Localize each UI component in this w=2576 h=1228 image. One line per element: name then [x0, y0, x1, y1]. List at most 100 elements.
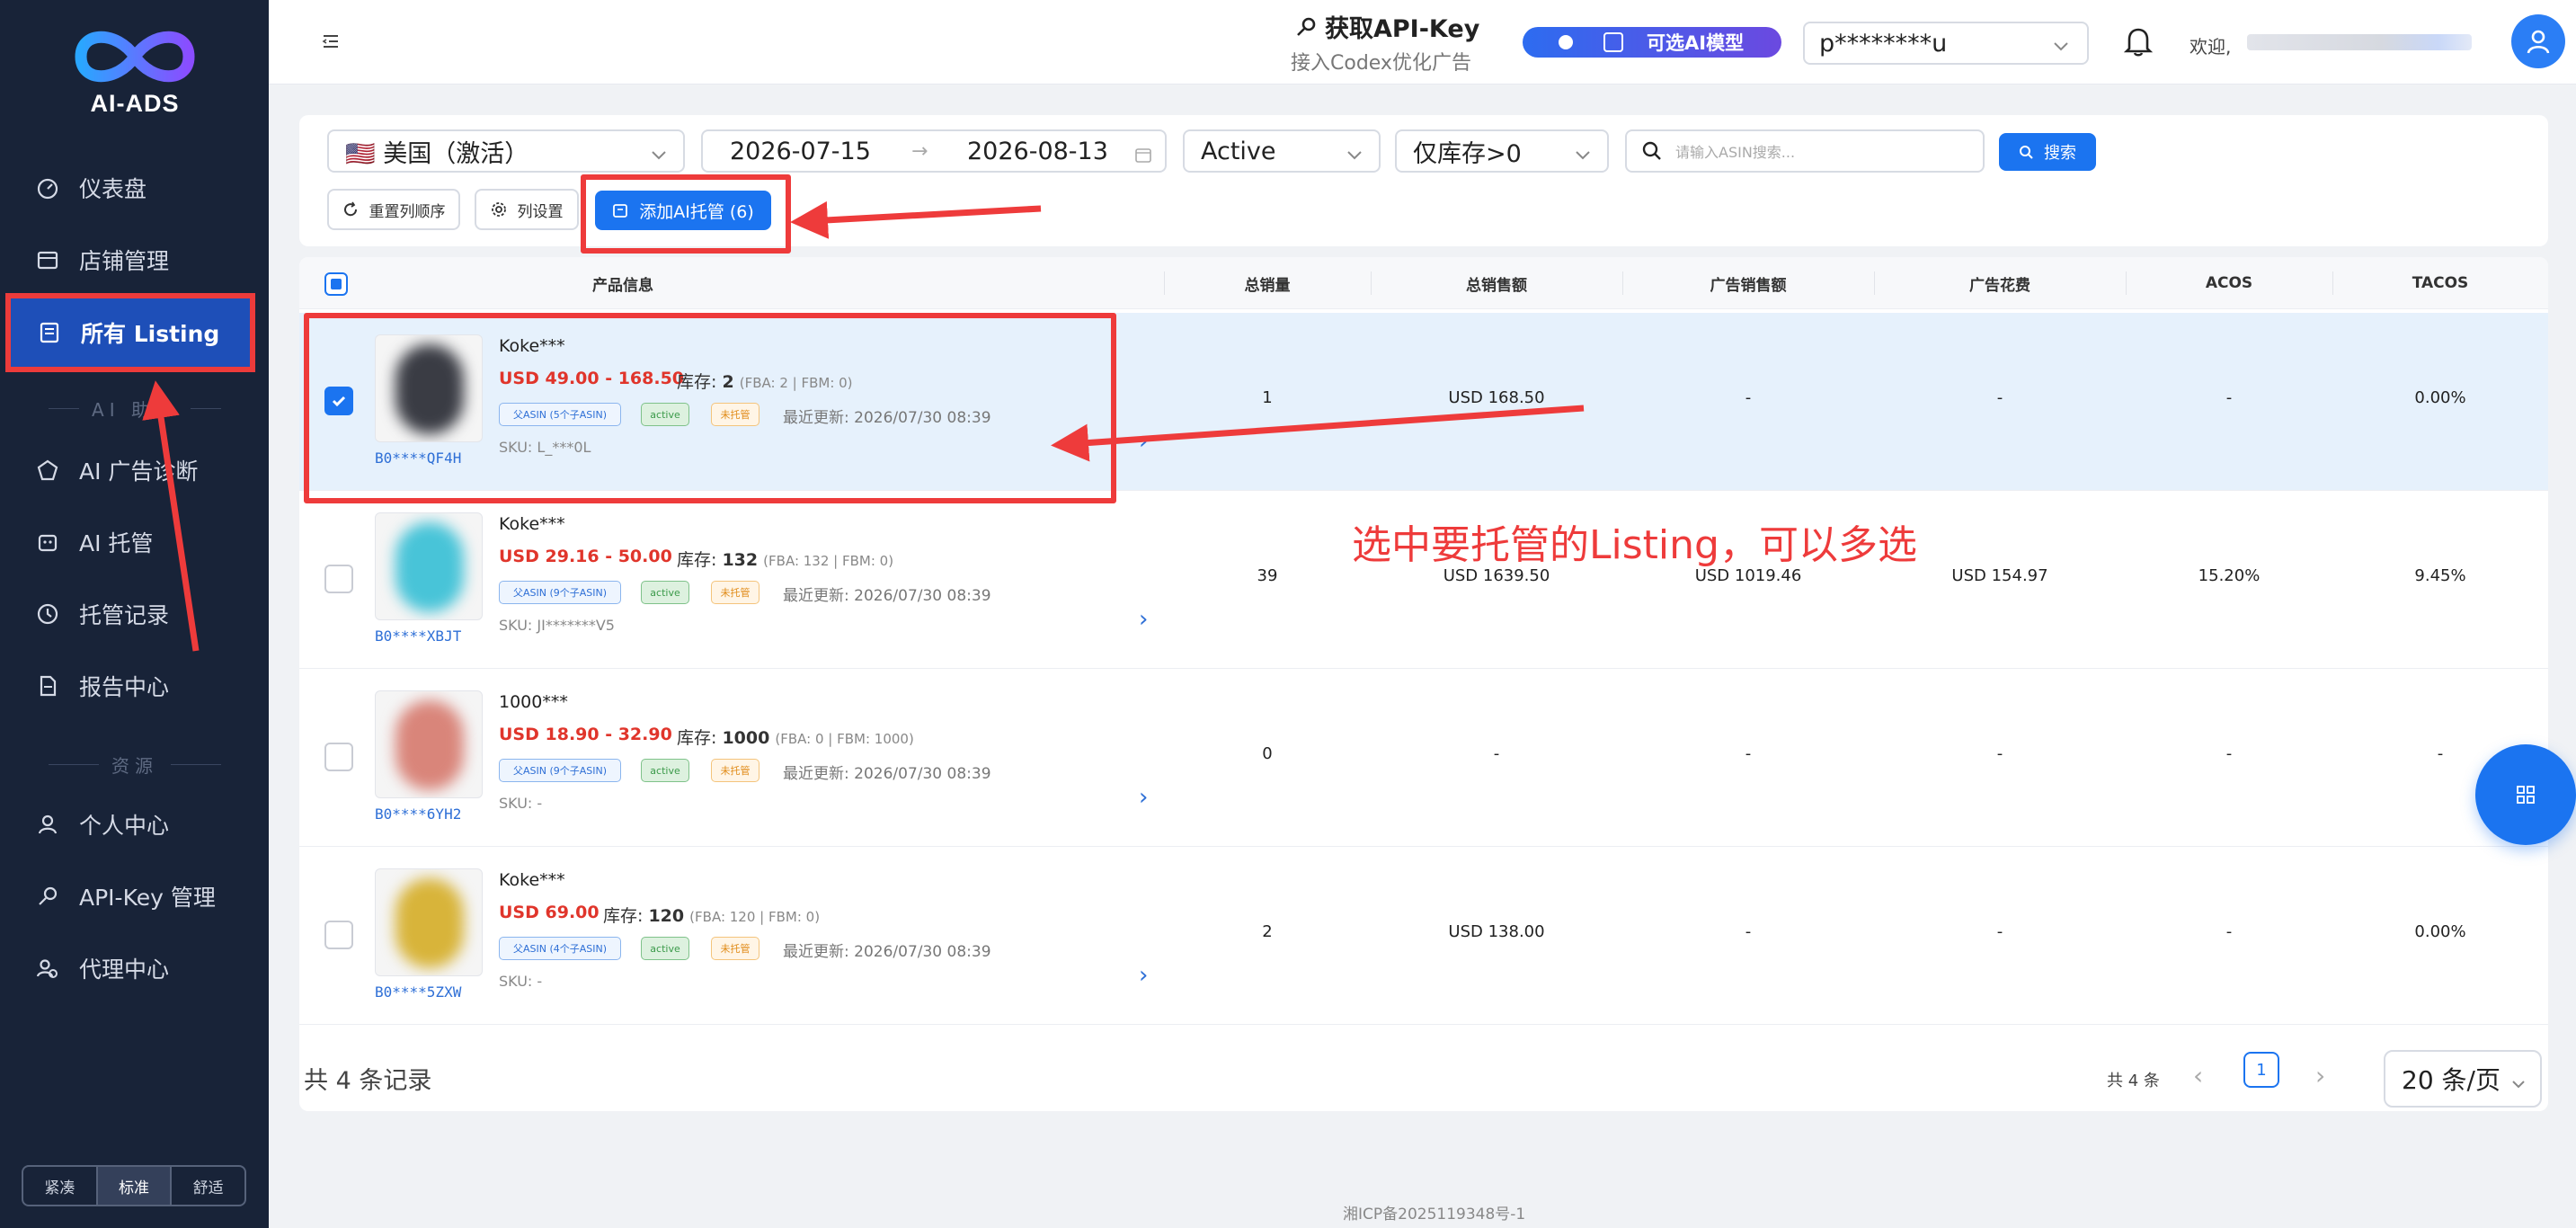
column-header-acos[interactable]: ACOS: [2126, 257, 2332, 309]
product-thumbnail[interactable]: [375, 690, 483, 798]
product-name[interactable]: 1000***: [499, 692, 568, 712]
column-settings-button[interactable]: 列设置: [475, 189, 579, 230]
density-standard[interactable]: 标准: [97, 1167, 173, 1205]
stock-label: 库存:: [677, 550, 717, 570]
product-name[interactable]: Koke***: [499, 870, 565, 890]
density-compact[interactable]: 紧凑: [23, 1167, 98, 1205]
hosting-status-badge: 未托管: [711, 759, 759, 782]
status-badge: active: [641, 759, 689, 782]
chevron-right-icon[interactable]: ›: [1139, 428, 1148, 455]
sidebar-item-hosting-records[interactable]: 托管记录: [9, 581, 253, 647]
sidebar-item-ai-hosting[interactable]: AI 托管: [9, 509, 253, 575]
last-updated: 最近更新: 2026/07/30 08:39: [783, 761, 991, 783]
floating-action-button[interactable]: [2475, 744, 2576, 845]
sidebar-item-all-listing[interactable]: 所有 Listing: [5, 293, 255, 372]
table-row[interactable]: B0****6YH2 1000*** USD 18.90 - 32.90 库存: 10…: [299, 669, 2548, 847]
sidebar-item-api-key[interactable]: API-Key 管理: [9, 863, 253, 930]
density-comfortable[interactable]: 舒适: [172, 1167, 244, 1205]
product-thumbnail[interactable]: [375, 512, 483, 620]
updated-value: 2026/07/30 08:39: [854, 587, 991, 605]
chevron-right-icon[interactable]: ›: [1139, 784, 1148, 811]
cell-ad-spend: -: [1996, 922, 2003, 941]
column-header-ad-spend[interactable]: 广告花费: [1874, 257, 2126, 309]
row-checkbox[interactable]: [324, 565, 353, 593]
status-select[interactable]: Active: [1183, 129, 1381, 173]
pagination-next-icon[interactable]: ›: [2315, 1061, 2325, 1090]
app-logo[interactable]: AI-ADS: [63, 23, 207, 122]
product-asin[interactable]: B0****6YH2: [375, 805, 461, 823]
asin-search-box[interactable]: 请输入ASIN搜索...: [1625, 129, 1985, 173]
column-header-total-units[interactable]: 总销量: [1164, 257, 1371, 309]
cell-tacos: 0.00%: [2414, 388, 2466, 407]
parent-asin-tag[interactable]: 父ASIN (9个子ASIN): [499, 581, 621, 604]
sidebar: AI-ADS 仪表盘 店铺管理 所有 Listing AI 助手 AI 广告诊断…: [0, 0, 269, 1228]
user-avatar[interactable]: [2511, 14, 2565, 68]
column-header-label: 总销售额: [1466, 276, 1527, 295]
api-title-label: 获取API-Key: [1325, 15, 1480, 43]
store-icon: [36, 248, 59, 271]
icp-license[interactable]: 湘ICP备2025119348号-1: [1343, 1201, 1525, 1224]
page-size-select[interactable]: 20 条/页: [2384, 1050, 2542, 1108]
column-header-ad-sales[interactable]: 广告销售额: [1622, 257, 1874, 309]
stock-detail: (FBA: 0 | FBM: 1000): [775, 731, 914, 747]
hosting-status-badge: 未托管: [711, 581, 759, 604]
column-header-label: ACOS: [2205, 274, 2253, 292]
pagination-page-1[interactable]: 1: [2243, 1052, 2279, 1088]
row-checkbox[interactable]: [324, 743, 353, 771]
last-updated: 最近更新: 2026/07/30 08:39: [783, 939, 991, 961]
account-select[interactable]: p********u: [1803, 22, 2089, 65]
pagination-prev-icon[interactable]: ‹: [2193, 1061, 2203, 1090]
status-badge: active: [641, 581, 689, 604]
chevron-right-icon[interactable]: ›: [1139, 962, 1148, 989]
stock-select[interactable]: 仅库存>0: [1395, 129, 1609, 173]
marketplace-value: 🇺🇸 美国（激活）: [345, 139, 529, 168]
listing-icon: [38, 321, 61, 344]
ai-model-toggle[interactable]: 可选AI模型: [1523, 27, 1781, 58]
robot-icon: [1603, 32, 1623, 52]
search-input[interactable]: 请输入ASIN搜索...: [1675, 140, 1795, 162]
bell-icon[interactable]: [2123, 25, 2154, 61]
date-start[interactable]: 2026-07-15: [730, 138, 871, 165]
product-thumbnail[interactable]: [375, 868, 483, 976]
column-header-label: 总销量: [1244, 276, 1291, 295]
sidebar-item-dashboard[interactable]: 仪表盘: [9, 155, 253, 221]
column-header-total-sales[interactable]: 总销售额: [1371, 257, 1622, 309]
parent-asin-tag[interactable]: 父ASIN (4个子ASIN): [499, 937, 621, 960]
product-price: USD 18.90 - 32.90: [499, 725, 672, 744]
marketplace-select[interactable]: 🇺🇸 美国（激活）: [327, 129, 685, 173]
chevron-down-icon: [649, 143, 669, 171]
column-header-tacos[interactable]: TACOS: [2332, 257, 2548, 309]
robot-icon: [36, 530, 59, 554]
updated-label: 最近更新:: [783, 765, 849, 783]
table-row[interactable]: B0****5ZXW Koke*** USD 69.00 库存: 120 (FBA: …: [299, 847, 2548, 1025]
select-all-checkbox[interactable]: [324, 272, 348, 296]
get-api-key-link[interactable]: 获取API-Key: [1294, 9, 1479, 44]
menu-fold-icon[interactable]: [322, 32, 340, 54]
status-badge: active: [641, 937, 689, 960]
arrow-right-icon: →: [911, 139, 928, 163]
sidebar-item-label: 托管记录: [79, 602, 170, 628]
chevron-right-icon[interactable]: ›: [1139, 606, 1148, 633]
parent-asin-tag[interactable]: 父ASIN (9个子ASIN): [499, 759, 621, 782]
search-button[interactable]: 搜索: [1999, 133, 2096, 171]
sidebar-item-ai-diagnosis[interactable]: AI 广告诊断: [9, 437, 253, 503]
agent-icon: [36, 957, 59, 980]
sidebar-item-profile[interactable]: 个人中心: [9, 791, 253, 858]
key-icon: [1294, 15, 1318, 39]
product-asin[interactable]: B0****XBJT: [375, 627, 461, 645]
product-name[interactable]: Koke***: [499, 514, 565, 534]
updated-label: 最近更新:: [783, 587, 849, 605]
sidebar-item-store[interactable]: 店铺管理: [9, 227, 253, 293]
date-end[interactable]: 2026-08-13: [967, 138, 1108, 165]
sidebar-item-agent-center[interactable]: 代理中心: [9, 935, 253, 1001]
welcome-label: 欢迎,: [2190, 36, 2232, 58]
row-checkbox[interactable]: [324, 921, 353, 949]
cell-ad-spend: -: [1996, 744, 2003, 763]
product-asin[interactable]: B0****5ZXW: [375, 983, 461, 1001]
date-range-picker[interactable]: 2026-07-15 → 2026-08-13: [701, 129, 1167, 173]
history-icon: [36, 602, 59, 626]
diagnosis-icon: [36, 458, 59, 482]
sidebar-item-label: 仪表盘: [79, 176, 147, 202]
sidebar-item-report-center[interactable]: 报告中心: [9, 653, 253, 719]
reset-columns-button[interactable]: 重置列顺序: [327, 189, 460, 230]
